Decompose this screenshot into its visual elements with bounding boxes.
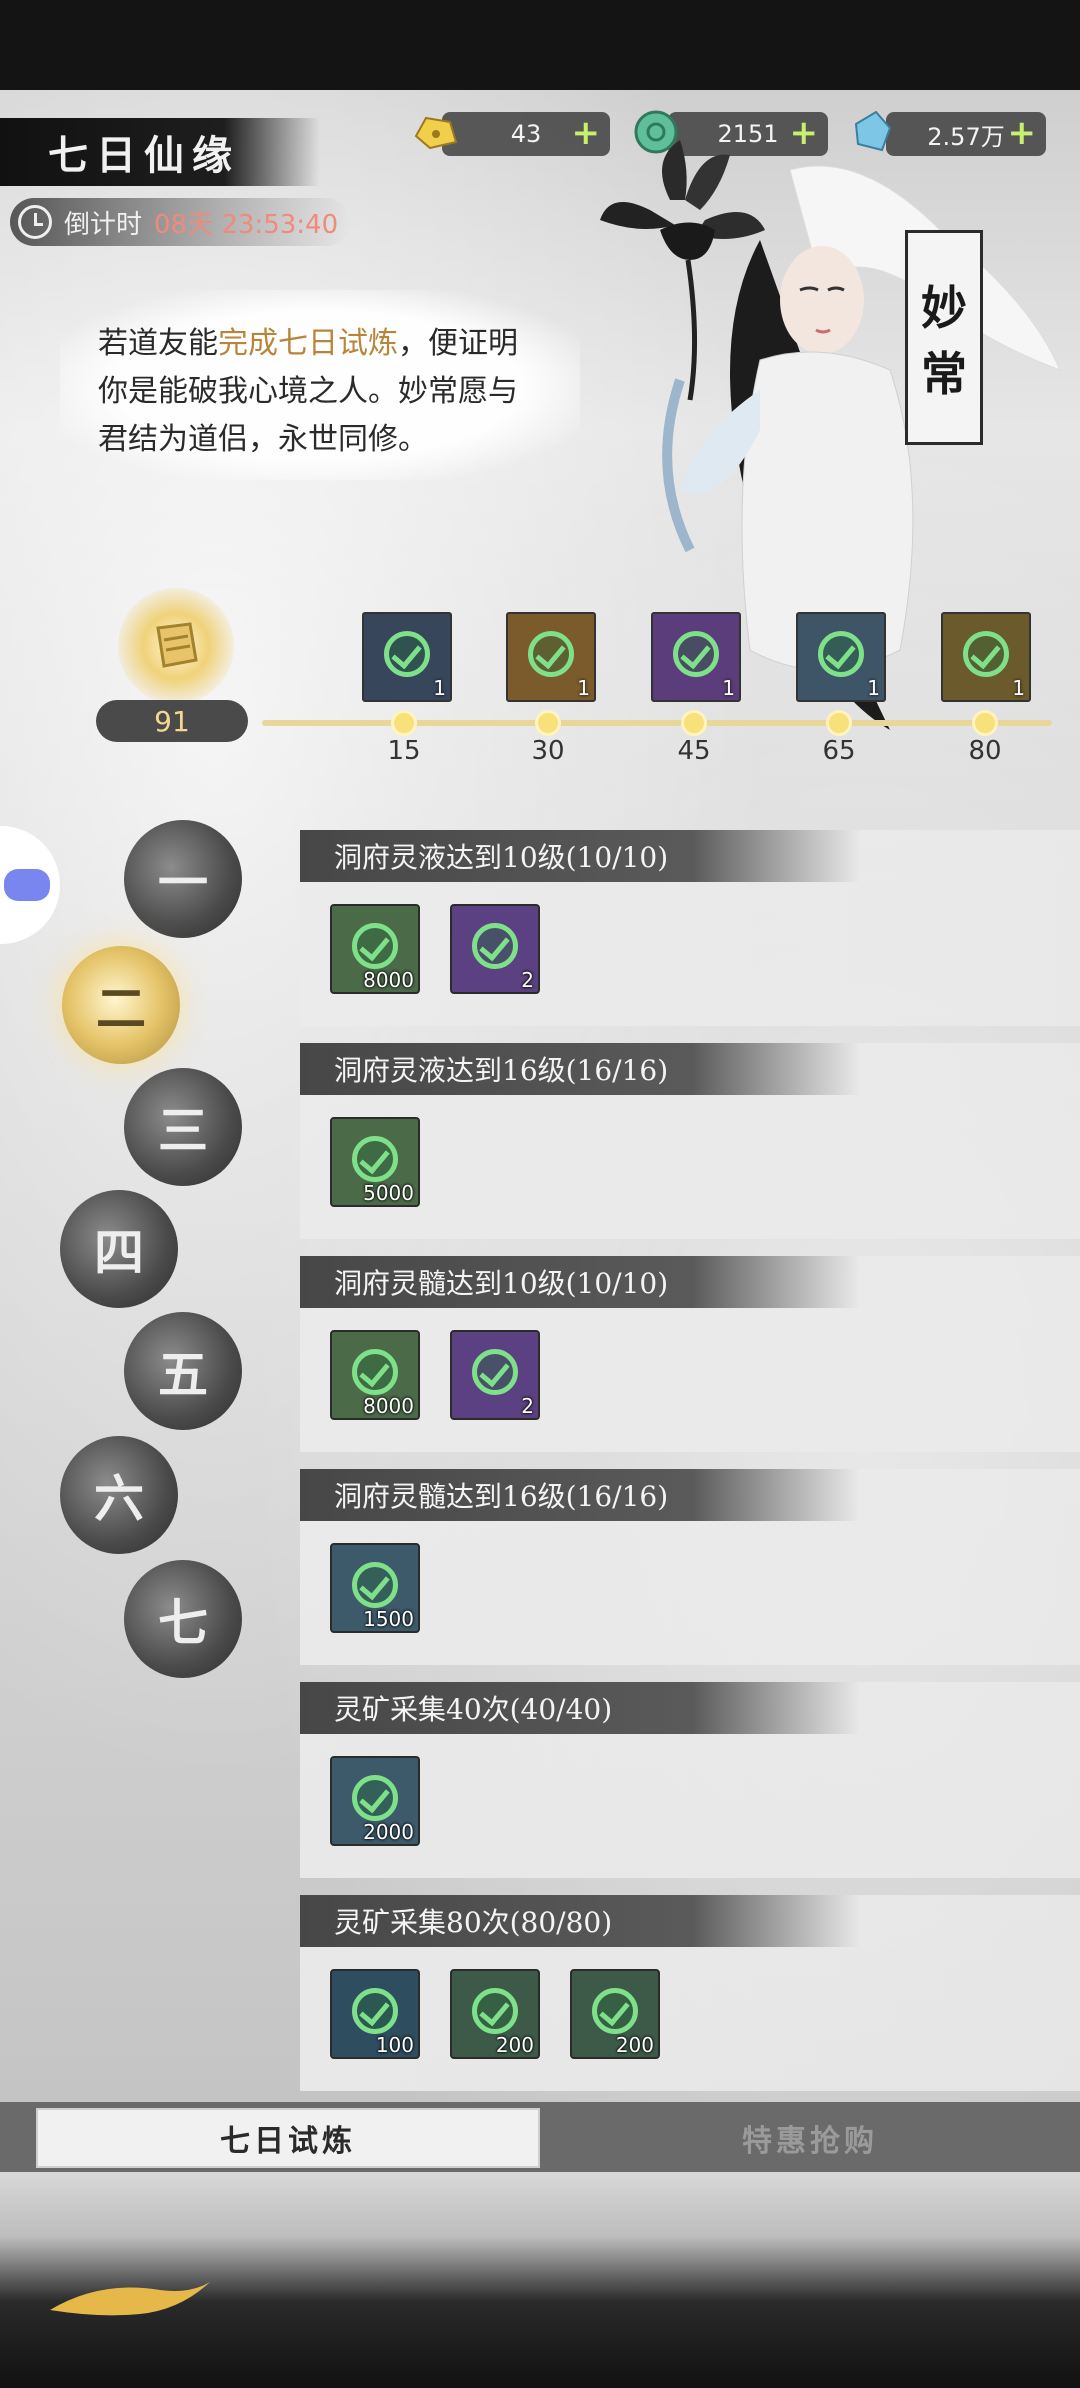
task-reward[interactable]: 200 [570, 1969, 660, 2059]
task-title: 洞府灵液达到16级(16/16) [300, 1043, 860, 1095]
check-icon [352, 1561, 398, 1608]
tab-special-sale[interactable]: 特惠抢购 [560, 2108, 1060, 2168]
milestone-points-label: 65 [822, 736, 856, 766]
gold-ingot-icon [414, 116, 458, 150]
check-icon [472, 1348, 518, 1395]
points-scroll-icon [118, 588, 234, 704]
reward-count: 200 [615, 2033, 654, 2057]
reward-count: 1 [1012, 676, 1025, 700]
intro-text: 若道友能完成七日试炼，便证明你是能破我心境之人。妙常愿与君结为道侣，永世同修。 [60, 290, 580, 480]
task-reward[interactable]: 1500 [330, 1543, 420, 1633]
reward-count: 2 [521, 1394, 534, 1418]
day-button[interactable]: 四 [60, 1190, 178, 1308]
check-icon [673, 630, 719, 677]
gamepad-icon [4, 869, 50, 901]
points-counter: 91 [96, 700, 248, 742]
currency-gold-value: 43 [510, 120, 542, 148]
check-icon [592, 1987, 638, 2034]
page-title: 七日仙缘 [48, 132, 240, 179]
day-button[interactable]: 五 [124, 1312, 242, 1430]
reward-count: 8000 [363, 1394, 414, 1418]
page-title-banner: 七日仙缘 [0, 118, 320, 186]
milestone-dot [972, 710, 998, 736]
task-reward[interactable]: 2 [450, 904, 540, 994]
milestone-reward[interactable]: 1 [651, 612, 741, 702]
reward-count: 1 [867, 676, 880, 700]
check-icon [818, 630, 864, 677]
task-reward[interactable]: 2 [450, 1330, 540, 1420]
intro-text-part: 若道友能 [98, 326, 218, 361]
character-name-char: 常 [921, 346, 967, 401]
day-button[interactable]: 一 [124, 820, 242, 938]
golden-brush-icon [50, 2282, 210, 2316]
milestone-reward[interactable]: 1 [362, 612, 452, 702]
milestone-reward[interactable]: 1 [796, 612, 886, 702]
check-icon [472, 922, 518, 969]
task-title: 洞府灵髓达到10级(10/10) [300, 1256, 860, 1308]
check-icon [384, 630, 430, 677]
check-icon [352, 922, 398, 969]
countdown-value: 08天 23:53:40 [154, 209, 339, 240]
milestone-reward[interactable]: 1 [506, 612, 596, 702]
milestone-points-label: 30 [531, 736, 565, 766]
clock-icon [18, 205, 52, 239]
task-reward[interactable]: 2000 [330, 1756, 420, 1846]
day-button[interactable]: 六 [60, 1436, 178, 1554]
task-card: 洞府灵液达到10级(10/10) 8000 2 [300, 830, 1080, 1026]
status-bar [0, 0, 1080, 90]
check-icon [352, 1135, 398, 1182]
task-title: 洞府灵液达到10级(10/10) [300, 830, 860, 882]
reward-count: 1 [722, 676, 735, 700]
task-reward[interactable]: 8000 [330, 904, 420, 994]
check-icon [963, 630, 1009, 677]
milestone-dot [391, 710, 417, 736]
check-icon [472, 1987, 518, 2034]
task-card: 洞府灵髓达到10级(10/10) 8000 2 [300, 1256, 1080, 1452]
day-button[interactable]: 二 [62, 946, 180, 1064]
task-title: 灵矿采集80次(80/80) [300, 1895, 860, 1947]
intro-highlight: 完成七日试炼 [218, 326, 398, 361]
reward-count: 200 [495, 2033, 534, 2057]
reward-count: 5000 [363, 1181, 414, 1205]
character-name: 妙 常 [905, 230, 983, 445]
reward-count: 1 [577, 676, 590, 700]
day-button[interactable]: 七 [124, 1560, 242, 1678]
task-title: 洞府灵髓达到16级(16/16) [300, 1469, 860, 1521]
task-card: 洞府灵液达到16级(16/16) 5000 [300, 1043, 1080, 1239]
milestone-points-label: 15 [387, 736, 421, 766]
check-icon [528, 630, 574, 677]
milestone-reward[interactable]: 1 [941, 612, 1031, 702]
task-card: 灵矿采集80次(80/80) 100 200 200 [300, 1895, 1080, 2091]
task-reward[interactable]: 100 [330, 1969, 420, 2059]
task-reward[interactable]: 5000 [330, 1117, 420, 1207]
milestone-dot [535, 710, 561, 736]
countdown: 倒计时 08天 23:53:40 [10, 198, 350, 246]
check-icon [352, 1987, 398, 2034]
task-reward[interactable]: 200 [450, 1969, 540, 2059]
check-icon [352, 1774, 398, 1821]
task-reward[interactable]: 8000 [330, 1330, 420, 1420]
reward-count: 8000 [363, 968, 414, 992]
character-name-char: 妙 [921, 280, 967, 335]
task-title: 灵矿采集40次(40/40) [300, 1682, 860, 1734]
reward-count: 100 [375, 2033, 414, 2057]
countdown-label: 倒计时 [64, 209, 143, 240]
milestone-dot [826, 710, 852, 736]
bottom-tabs: 七日试炼 特惠抢购 [0, 2102, 1080, 2172]
points-value: 91 [154, 704, 190, 738]
points-progress-bar [262, 710, 1052, 736]
day-button[interactable]: 三 [124, 1068, 242, 1186]
milestone-points-label: 80 [968, 736, 1002, 766]
milestone-points-label: 45 [677, 736, 711, 766]
reward-count: 1 [433, 676, 446, 700]
milestone-dot [681, 710, 707, 736]
tab-seven-day-trial[interactable]: 七日试炼 [36, 2108, 540, 2168]
reward-count: 1500 [363, 1607, 414, 1631]
task-card: 洞府灵髓达到16级(16/16) 1500 [300, 1469, 1080, 1665]
reward-count: 2000 [363, 1820, 414, 1844]
reward-count: 2 [521, 968, 534, 992]
check-icon [352, 1348, 398, 1395]
task-card: 灵矿采集40次(40/40) 2000 [300, 1682, 1080, 1878]
